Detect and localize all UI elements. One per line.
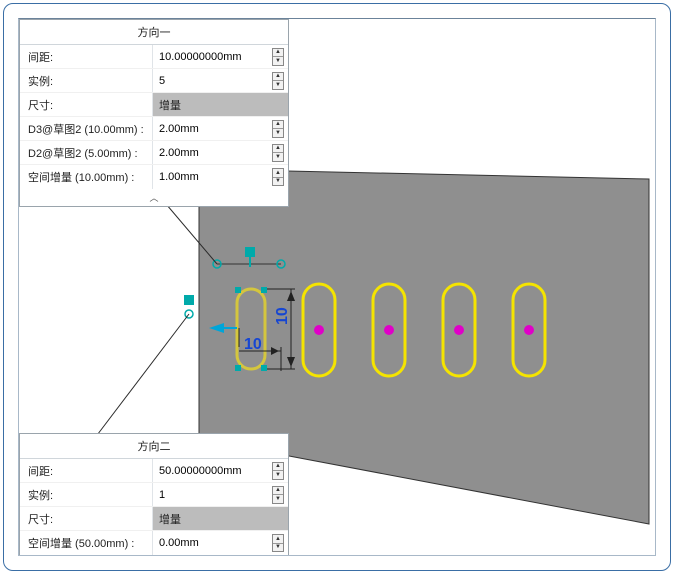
instance-slot-3 xyxy=(443,284,475,376)
dir2-row-0[interactable]: 间距: 50.00000000mm ▲▼ xyxy=(20,459,288,483)
instance-slot-2 xyxy=(373,284,405,376)
param-value[interactable]: 5 ▲▼ xyxy=(152,69,288,92)
spinner-down-icon[interactable]: ▼ xyxy=(273,57,283,65)
dimension-horizontal[interactable]: 10 xyxy=(209,323,281,371)
dir2-row-2[interactable]: 尺寸: 增量 xyxy=(20,507,288,531)
spinner-up-icon[interactable]: ▲ xyxy=(273,169,283,178)
param-value[interactable]: 增量 xyxy=(152,93,288,116)
param-value-text: 10.00000000mm xyxy=(159,51,242,63)
spinner[interactable]: ▲▼ xyxy=(272,144,284,162)
param-label: 空间增量 (50.00mm) : xyxy=(20,535,152,551)
viewport[interactable]: 10 10 xyxy=(18,18,656,556)
dim-h-value: 10 xyxy=(244,336,262,353)
instance-slot-1 xyxy=(303,284,335,376)
spinner-up-icon[interactable]: ▲ xyxy=(273,487,283,496)
sketch-point xyxy=(235,365,241,371)
spinner[interactable]: ▲▼ xyxy=(272,168,284,186)
sketch-point xyxy=(235,287,241,293)
param-value[interactable]: 2.00mm ▲▼ xyxy=(152,117,288,140)
center-point-1 xyxy=(314,325,324,335)
param-label: 尺寸: xyxy=(20,97,152,113)
param-value[interactable]: 1 ▲▼ xyxy=(152,483,288,506)
param-value-text: 2.00mm xyxy=(159,123,199,135)
sketch-point xyxy=(261,287,267,293)
spinner-up-icon[interactable]: ▲ xyxy=(273,121,283,130)
instance-slot-4 xyxy=(513,284,545,376)
spinner-down-icon[interactable]: ▼ xyxy=(273,544,283,552)
param-label: 空间增量 (10.00mm) : xyxy=(20,169,152,185)
dir1-row-2[interactable]: 尺寸: 增量 xyxy=(20,93,288,117)
spinner[interactable]: ▲▼ xyxy=(272,120,284,138)
param-value[interactable]: 0.00mm ▲▼ xyxy=(152,531,288,555)
handle-group-left[interactable] xyxy=(184,295,194,318)
collapse-caret-icon[interactable]: ︿ xyxy=(20,189,288,206)
handle-group-top[interactable] xyxy=(213,247,285,268)
spinner-down-icon[interactable]: ▼ xyxy=(273,81,283,89)
dir2-row-3[interactable]: 空间增量 (50.00mm) : 0.00mm ▲▼ xyxy=(20,531,288,555)
dir1-row-4[interactable]: D2@草图2 (5.00mm) : 2.00mm ▲▼ xyxy=(20,141,288,165)
spinner[interactable]: ▲▼ xyxy=(272,486,284,504)
spinner-down-icon[interactable]: ▼ xyxy=(273,495,283,503)
spinner[interactable]: ▲▼ xyxy=(272,72,284,90)
dir1-row-0[interactable]: 间距: 10.00000000mm ▲▼ xyxy=(20,45,288,69)
drag-handle-icon[interactable] xyxy=(184,295,194,305)
drag-handle-icon[interactable] xyxy=(245,247,255,257)
panel-direction-2[interactable]: 方向二 间距:50.00000000mm▲▼实例:1▲▼尺寸:增量空间增量 (5… xyxy=(19,433,289,556)
spinner-up-icon[interactable]: ▲ xyxy=(273,73,283,82)
param-label: 实例: xyxy=(20,73,152,89)
param-label: D2@草图2 (5.00mm) : xyxy=(20,145,152,161)
param-value-text: 50.00000000mm xyxy=(159,465,242,477)
param-value-text: 5 xyxy=(159,75,165,87)
param-value[interactable]: 10.00000000mm ▲▼ xyxy=(152,45,288,68)
param-value-text: 2.00mm xyxy=(159,147,199,159)
app-window: 10 10 xyxy=(3,3,671,571)
param-value[interactable]: 50.00000000mm ▲▼ xyxy=(152,459,288,482)
spinner-down-icon[interactable]: ▼ xyxy=(273,178,283,186)
spinner-down-icon[interactable]: ▼ xyxy=(273,471,283,479)
param-value-text: 1.00mm xyxy=(159,171,199,183)
spinner-up-icon[interactable]: ▲ xyxy=(273,145,283,154)
spinner-down-icon[interactable]: ▼ xyxy=(273,153,283,161)
center-point-4 xyxy=(524,325,534,335)
spinner-down-icon[interactable]: ▼ xyxy=(273,129,283,137)
spinner[interactable]: ▲▼ xyxy=(272,462,284,480)
param-label: D3@草图2 (10.00mm) : xyxy=(20,121,152,137)
seed-slot xyxy=(237,289,265,369)
dir1-row-3[interactable]: D3@草图2 (10.00mm) : 2.00mm ▲▼ xyxy=(20,117,288,141)
panel-2-header: 方向二 xyxy=(20,434,288,459)
dir1-row-5[interactable]: 空间增量 (10.00mm) : 1.00mm ▲▼ xyxy=(20,165,288,189)
param-value[interactable]: 1.00mm ▲▼ xyxy=(152,165,288,189)
dir1-row-1[interactable]: 实例: 5 ▲▼ xyxy=(20,69,288,93)
param-value-text: 1 xyxy=(159,489,165,501)
spinner[interactable]: ▲▼ xyxy=(272,48,284,66)
spinner-up-icon[interactable]: ▲ xyxy=(273,463,283,472)
param-label: 实例: xyxy=(20,487,152,503)
param-value-text: 增量 xyxy=(159,511,181,527)
panel-1-header: 方向一 xyxy=(20,20,288,45)
spinner[interactable]: ▲▼ xyxy=(272,534,284,552)
center-point-3 xyxy=(454,325,464,335)
direction-arrow-icon xyxy=(209,323,224,333)
callout-leader-2 xyxy=(85,314,189,451)
param-value-text: 0.00mm xyxy=(159,537,199,549)
dir2-row-1[interactable]: 实例: 1 ▲▼ xyxy=(20,483,288,507)
panel-direction-1[interactable]: 方向一 间距:10.00000000mm▲▼实例:5▲▼尺寸:增量D3@草图2 … xyxy=(19,19,289,207)
center-point-2 xyxy=(384,325,394,335)
param-label: 尺寸: xyxy=(20,511,152,527)
spinner-up-icon[interactable]: ▲ xyxy=(273,535,283,544)
spinner-up-icon[interactable]: ▲ xyxy=(273,49,283,58)
dimension-vertical[interactable]: 10 xyxy=(267,289,295,369)
param-value-text: 增量 xyxy=(159,97,181,113)
sketch-point xyxy=(261,365,267,371)
param-label: 间距: xyxy=(20,463,152,479)
param-label: 间距: xyxy=(20,49,152,65)
param-value[interactable]: 增量 xyxy=(152,507,288,530)
param-value[interactable]: 2.00mm ▲▼ xyxy=(152,141,288,164)
dim-v-value: 10 xyxy=(274,307,291,325)
